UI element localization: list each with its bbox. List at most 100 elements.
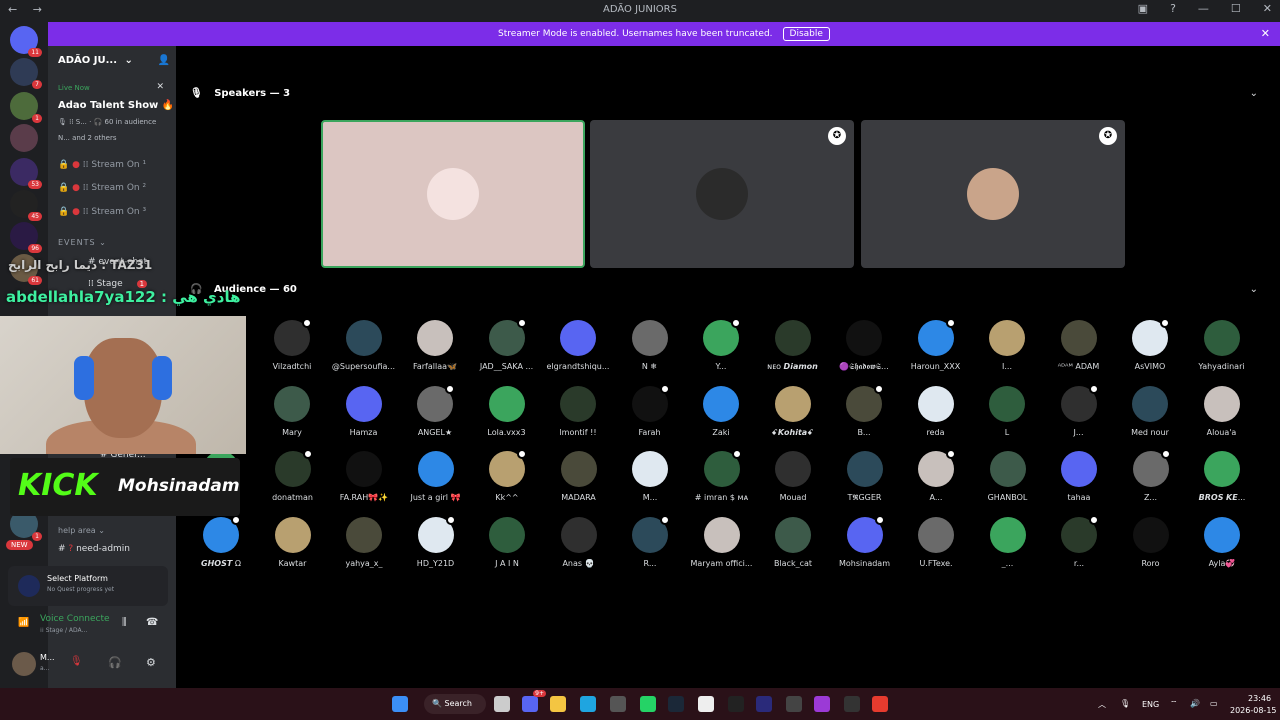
premiere-icon[interactable] <box>756 696 772 712</box>
audience-member[interactable]: MADARA <box>544 451 614 502</box>
stream-channel[interactable]: 🔒 ● ⁞⁞ Stream On ³ <box>58 207 146 217</box>
server-icon[interactable]: 45 <box>10 190 42 221</box>
audience-member[interactable]: donatman <box>258 449 328 502</box>
audience-member[interactable]: Mary <box>257 385 327 437</box>
audience-member[interactable]: Y... <box>686 318 756 371</box>
audience-member[interactable]: _... <box>973 516 1043 568</box>
audience-member[interactable]: Lola.vxx3 <box>472 385 542 437</box>
audience-member[interactable]: J... <box>1044 383 1114 437</box>
battery-icon[interactable]: ▭ <box>1210 699 1218 708</box>
audience-member[interactable]: Kawtar <box>258 516 328 568</box>
speakers-header[interactable]: 🎙 Speakers — 3 <box>190 88 290 99</box>
server-icon[interactable] <box>10 124 38 152</box>
disconnect-icon[interactable]: ☎ <box>146 617 158 628</box>
audience-member[interactable]: N ❄ <box>615 320 685 371</box>
avatar[interactable] <box>12 652 36 676</box>
quest-card[interactable]: Select Platform No Quest progress yet <box>8 566 168 606</box>
clock-time[interactable]: 23:46 <box>1248 694 1271 703</box>
stream-channel[interactable]: 🔒 ● ⁞⁞ Stream On ² <box>58 183 146 193</box>
gear-icon[interactable]: ⚙ <box>146 656 156 669</box>
soundboard-icon[interactable]: ⫼ <box>122 617 127 628</box>
epic-games-icon[interactable] <box>728 696 744 712</box>
audience-member[interactable]: Ayla💞 <box>1187 516 1257 568</box>
audience-member[interactable]: I... <box>972 320 1042 371</box>
audience-member[interactable]: Black_cat <box>758 516 828 568</box>
audience-member[interactable]: Vilzadtchi <box>257 318 327 371</box>
headphones-icon[interactable]: 🎧 <box>108 656 122 669</box>
audience-member[interactable]: ANGEL★ <box>400 383 470 437</box>
audience-member[interactable]: reda <box>901 385 971 437</box>
inbox-icon[interactable]: ▣ <box>1138 2 1148 15</box>
brave-icon[interactable] <box>872 696 888 712</box>
server-icon[interactable]: 96 <box>10 222 42 253</box>
volume-icon[interactable]: 🔊 <box>1190 699 1200 708</box>
audience-member[interactable]: 𝘽𝙍𝙊𝙎 𝙆𝙀... <box>1187 451 1257 502</box>
app-icon[interactable] <box>844 696 860 712</box>
task-view-icon[interactable] <box>494 696 510 712</box>
maximize-button[interactable]: ☐ <box>1231 2 1241 15</box>
voice-status[interactable]: Voice Connecte <box>40 614 112 624</box>
audience-member[interactable]: M... <box>615 451 685 502</box>
audience-member[interactable]: JAD__SAKA ... <box>472 318 542 371</box>
audience-member[interactable]: Zaki <box>686 385 756 437</box>
start-icon[interactable] <box>392 696 408 712</box>
audience-member[interactable]: FA.RAH🎀✨ <box>329 451 399 502</box>
whatsapp-icon[interactable] <box>640 696 656 712</box>
search-box[interactable]: 🔍 Search <box>424 694 486 714</box>
discord-icon[interactable]: 9+ <box>522 690 546 712</box>
audience-member[interactable]: r... <box>1044 514 1114 568</box>
server-icon[interactable]: 53 <box>10 158 42 189</box>
audience-member[interactable]: @Supersoufia... <box>329 320 399 371</box>
audience-member[interactable]: A... <box>901 449 971 502</box>
audience-member[interactable]: GHANBOL <box>973 451 1043 502</box>
speaker-tile[interactable]: ✪ <box>590 120 854 268</box>
audience-member[interactable]: Mohsinadam <box>830 514 900 568</box>
audience-member[interactable]: Mouad <box>758 451 828 502</box>
audience-member[interactable]: Haroun_XXX <box>901 318 971 371</box>
audience-member[interactable]: Roro <box>1116 516 1186 568</box>
audience-member[interactable]: lmontif !! <box>543 385 613 437</box>
audience-member[interactable]: Farfallaa🦋 <box>400 320 470 371</box>
events-category[interactable]: EVENTS ⌄ <box>58 238 107 247</box>
live-event-card[interactable]: Live Now ✕ Adao Talent Show 🔥 🎙 ⁞⁞ S... … <box>48 78 176 198</box>
audience-member[interactable]: Z... <box>1116 449 1186 502</box>
stream-channel[interactable]: 🔒 ● ⁞⁞ Stream On ¹ <box>58 160 146 170</box>
close-icon[interactable]: ✕ <box>156 82 164 92</box>
audience-member[interactable]: AsVIMO <box>1115 318 1185 371</box>
audience-member[interactable]: Kk^^ <box>472 449 542 502</box>
audience-member[interactable]: J A I N <box>472 516 542 568</box>
audience-member[interactable]: 𝙂𝙃𝙊𝙎𝙏 Ω <box>186 514 256 568</box>
audience-member[interactable]: HD_Y21D <box>401 514 471 568</box>
audience-member[interactable]: Hamza <box>329 385 399 437</box>
audience-member[interactable]: R... <box>615 514 685 568</box>
wifi-icon[interactable]: ⌔ <box>1170 699 1178 709</box>
help-category[interactable]: help area ⌄ <box>58 526 105 535</box>
audience-member[interactable]: Maryam offici... <box>687 516 757 568</box>
server-icon[interactable]: 7 <box>10 58 42 89</box>
app-icon[interactable] <box>786 696 802 712</box>
server-icon[interactable]: 1 <box>10 92 42 123</box>
add-member-icon[interactable]: 👤 <box>158 55 170 66</box>
audience-member[interactable]: # imran $ ᴍᴀ <box>687 449 757 502</box>
signal-icon[interactable]: 📶 <box>18 618 29 628</box>
disable-button[interactable]: Disable <box>782 27 830 41</box>
chevron-down-icon[interactable]: ⌄ <box>1250 88 1258 99</box>
audience-member[interactable]: tahaa <box>1044 451 1114 502</box>
audience-member[interactable]: ᴬᴰᴬᴹ ADAM <box>1044 320 1114 371</box>
audience-member[interactable]: Aloua'a <box>1187 385 1257 437</box>
audience-member[interactable]: Anas 💀 <box>544 516 614 568</box>
app-icon[interactable] <box>814 696 830 712</box>
audience-member[interactable]: ꗃ𝙆𝙤𝙝𝙞𝙩𝙖ꗃ <box>758 385 828 438</box>
minimize-button[interactable]: — <box>1198 2 1209 15</box>
steam-icon[interactable] <box>668 696 684 712</box>
audience-member[interactable]: 🟣𝕾𝖍𝖆𝖉𝖔𝖜𝕾... <box>829 320 899 372</box>
audience-member[interactable]: Med nour <box>1115 385 1185 437</box>
home-icon[interactable]: 11 <box>10 26 42 57</box>
audience-member[interactable]: Just a girl 🎀 <box>401 451 471 502</box>
obs-icon[interactable] <box>610 696 626 712</box>
speaker-tile[interactable] <box>321 120 585 268</box>
close-button[interactable]: ✕ <box>1263 2 1272 15</box>
audience-member[interactable]: yahya_x_ <box>329 516 399 568</box>
language-indicator[interactable]: ENG <box>1142 700 1159 709</box>
edge-icon[interactable] <box>580 696 596 712</box>
